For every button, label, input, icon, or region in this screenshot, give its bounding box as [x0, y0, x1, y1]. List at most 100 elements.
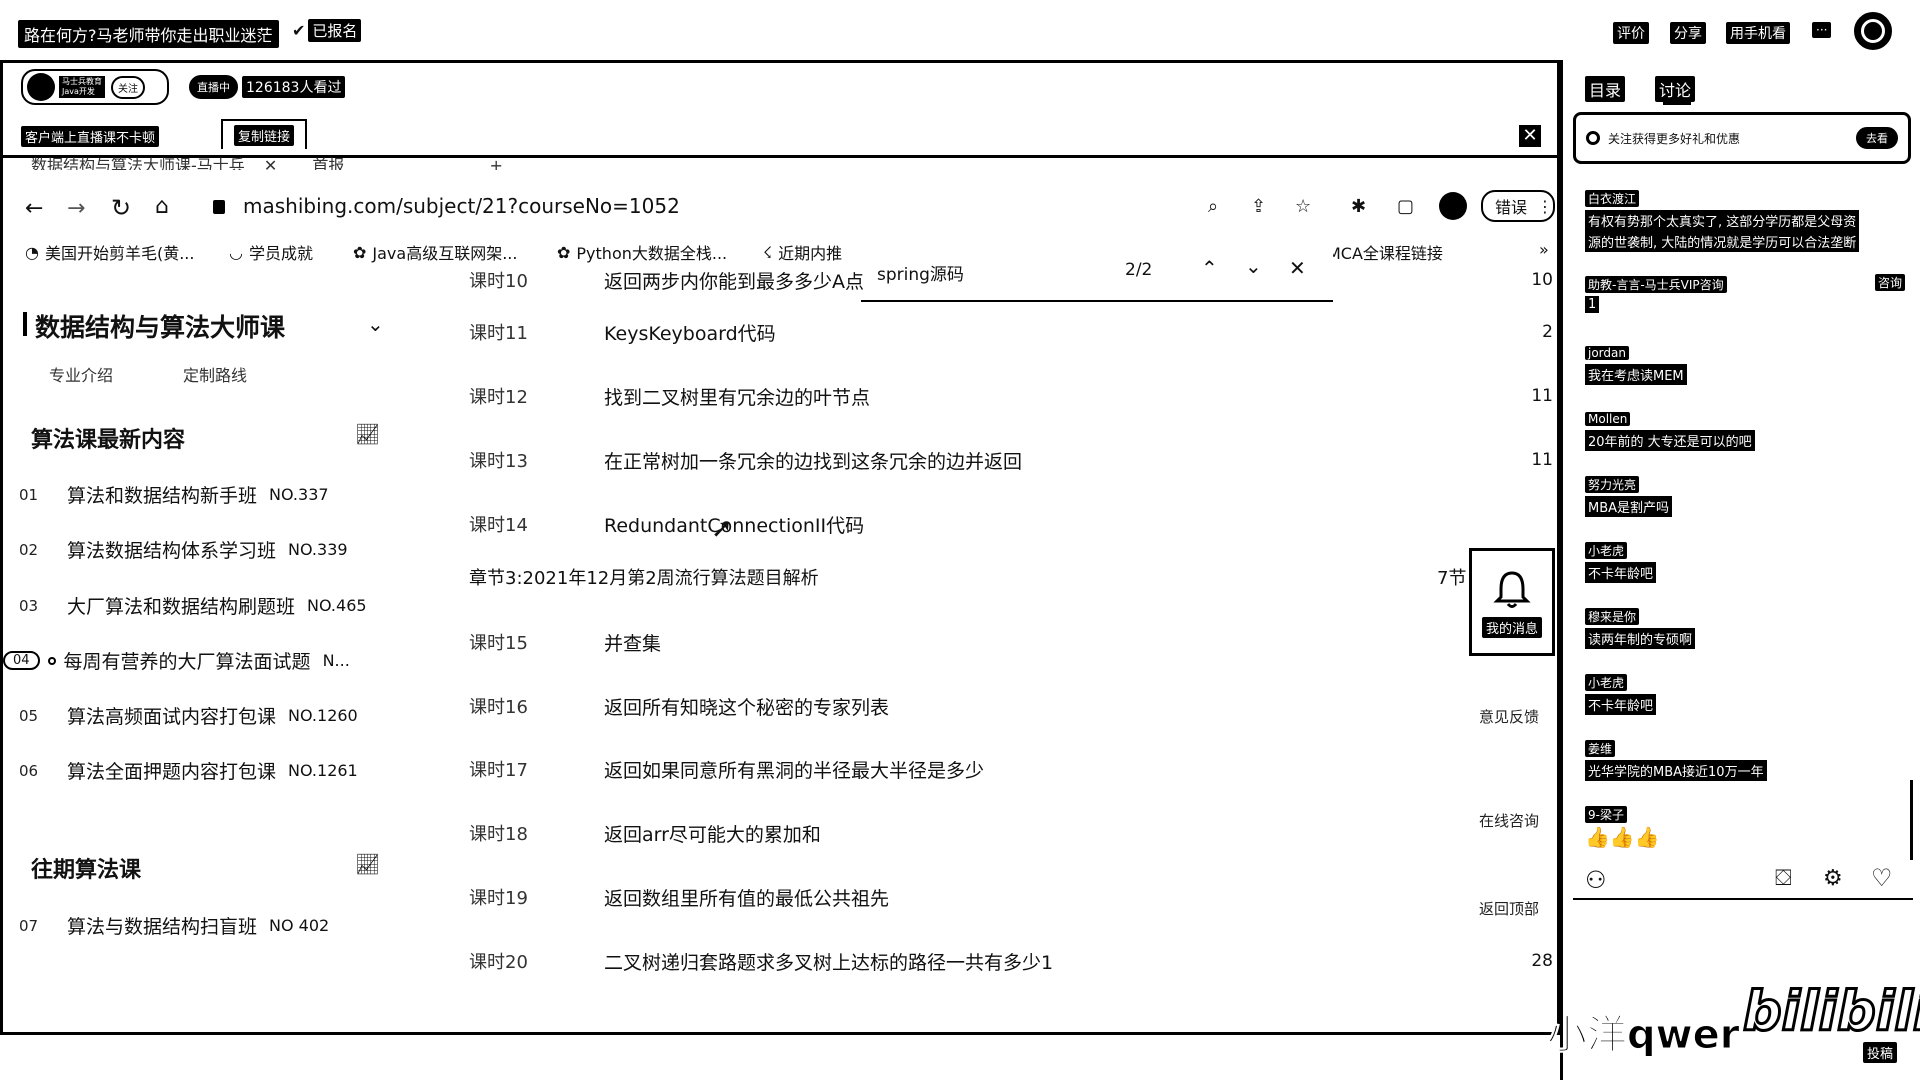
shared-browser-screen: 数据结构与算法大师课-马士兵 ✕ 首报 + ← → ↻ ⌂ mashibing.… [3, 152, 1557, 1032]
promo-banner[interactable]: 关注获得更多好礼和优惠 去看 [1573, 112, 1911, 164]
uploader-watermark: 小洋qwer [1546, 1012, 1740, 1059]
tab-close-icon[interactable]: ✕ [264, 156, 277, 170]
consult-tag[interactable]: 咨询 [1874, 274, 1905, 291]
extension-icon[interactable]: ✱ [1351, 196, 1366, 217]
lesson-row[interactable]: 课时10 返回两步内你能到最多多少A点 10 [469, 268, 1557, 292]
consult-link[interactable]: 在线咨询 [1479, 810, 1539, 831]
bookmark-item[interactable]: ◡ 学员成就 [229, 240, 313, 264]
browser-tab-active[interactable]: 数据结构与算法大师课-马士兵 ✕ 首报 + [31, 152, 503, 170]
close-icon[interactable]: ✕ [1519, 125, 1541, 147]
feedback-link[interactable]: 意见反馈 [1479, 706, 1539, 727]
trend-icon[interactable]: 📈︎ [355, 422, 380, 446]
lesson-row[interactable]: 课时11 KeysKeyboard代码 2 [469, 312, 1557, 352]
chat-message: 努力光亮 MBA是割产吗 [1585, 474, 1673, 517]
bookmark-item[interactable]: ☇ 近期内推 [763, 240, 842, 264]
rate-button[interactable]: 评价 [1613, 22, 1649, 44]
section-past-title: 往期算法课 [31, 858, 142, 883]
brand-name: 马士兵教育 [62, 77, 102, 86]
chat-message: 助教-言言-马士兵VIP咨询 咨询 1 [1585, 274, 1905, 313]
follow-button[interactable]: 关注 [111, 75, 145, 99]
course-item[interactable]: 01 算法和数据结构新手班 NO.337 [19, 481, 329, 508]
more-button[interactable]: ··· [1812, 22, 1832, 38]
lesson-row[interactable]: 课时19 返回数组里所有值的最低公共祖先 [469, 877, 1557, 917]
bookmark-icon: ✿ [557, 242, 571, 262]
reload-icon[interactable]: ↻ [111, 194, 131, 222]
people-icon[interactable]: ⚇ [1585, 866, 1607, 894]
mobile-watch-button[interactable]: 用手机看 [1726, 22, 1790, 44]
contribute-label: 投稿 [1863, 1042, 1898, 1063]
course-item[interactable]: 06 算法全面押题内容打包课 NO.1261 [19, 757, 358, 784]
lesson-row[interactable]: 课时18 返回arr尽可能大的累加和 [469, 813, 1557, 853]
tab-discussion[interactable]: 讨论 [1655, 76, 1696, 102]
url-text[interactable]: mashibing.com/subject/21?courseNo=1052 [243, 194, 680, 218]
bookmark-icon: ◡ [229, 242, 243, 262]
chat-scrollbar[interactable] [1910, 780, 1913, 860]
bookmark-item[interactable]: MCA全课程链接 [1327, 240, 1443, 264]
lesson-row[interactable]: 课时12 找到二叉树里有冗余边的叶节点 11 [469, 376, 1557, 416]
lesson-row[interactable]: 课时14 RedundantConnectionII代码 [469, 504, 1557, 544]
forward-icon[interactable]: → [67, 196, 85, 221]
viewer-info: 直播中 126183人看过 [189, 75, 346, 99]
page-search-icon[interactable]: ⌕ [1208, 196, 1218, 217]
chat-message: 姜维 光华学院的MBA接近10万一年 [1585, 738, 1767, 781]
chat-message: 9-梁子 👍👍👍 [1585, 806, 1660, 849]
trend-icon[interactable]: 📈︎ [355, 852, 380, 876]
bookmark-item[interactable]: ◔ 美国开始剪羊毛(黄... [25, 240, 194, 264]
chapter-title[interactable]: 章节3:2021年12月第2周流行算法题目解析 [469, 564, 819, 590]
link-intro[interactable]: 专业介绍 [49, 362, 113, 386]
live-title: 路在何方?马老师带你走出职业迷茫 [18, 20, 279, 48]
share-page-icon[interactable]: ⇪ [1251, 196, 1266, 217]
back-icon[interactable]: ← [25, 196, 43, 221]
link-route[interactable]: 定制路线 [183, 362, 247, 386]
back-top-link[interactable]: 返回顶部 [1479, 898, 1539, 919]
more-bookmarks-icon[interactable]: » [1539, 240, 1549, 259]
message-widget[interactable]: 我的消息 [1469, 548, 1555, 656]
home-icon[interactable]: ⌂ [155, 194, 169, 219]
chapter-count: 7节 [1437, 568, 1467, 589]
lesson-row[interactable]: 课时13 在正常树加一条冗余的边找到这条冗余的边并返回 11 [469, 440, 1557, 480]
heart-icon[interactable]: ♡ [1871, 864, 1893, 892]
lesson-row[interactable]: 课时20 二叉树递归套路题求多叉树上达标的路径一共有多少1 28 [469, 941, 1557, 981]
lesson-row[interactable]: 课时15 并查集 [469, 622, 1557, 662]
star-icon[interactable]: ☆ [1295, 196, 1311, 217]
new-tab-icon[interactable]: + [489, 156, 502, 170]
bilibili-logo: bilibili [1741, 979, 1920, 1045]
course-item[interactable]: 07 算法与数据结构扫盲班 NO 402 [19, 912, 329, 939]
chevron-down-icon[interactable]: ⌄ [367, 312, 384, 336]
error-button[interactable]: 错误 ⋮ [1481, 190, 1555, 222]
chat-message: 小老虎 不卡年龄吧 [1585, 672, 1657, 715]
chat-message: jordan 我在考虑读MEM [1585, 342, 1687, 385]
bookmark-item[interactable]: ✿ Java高级互联网架... [353, 240, 517, 264]
bell-icon [1493, 570, 1531, 608]
streamer-card[interactable]: 马士兵教育 Java开发 关注 [21, 69, 169, 105]
course-item[interactable]: 03 大厂算法和数据结构刷题班 NO.465 [19, 592, 367, 619]
chat-divider [1573, 898, 1913, 900]
brand-sub: Java开发 [62, 87, 95, 96]
section-new-title: 算法课最新内容 [31, 428, 186, 453]
chat-message: Mollen 20年前的 大专还是可以的吧 [1585, 408, 1755, 451]
registered-status: ✔ 已报名 [292, 19, 362, 42]
course-item[interactable]: 02 算法数据结构体系学习班 NO.339 [19, 536, 348, 563]
course-sidebar: 数据结构与算法大师课 ⌄ 专业介绍 定制路线 算法课最新内容 📈︎ 01 算法和… [3, 276, 403, 1032]
info-icon [1586, 131, 1600, 145]
lesson-row[interactable]: 课时17 返回如果同意所有黑洞的半径最大半径是多少 [469, 749, 1557, 789]
profile-icon[interactable] [1439, 192, 1467, 220]
gift-icon[interactable]: ⛋ [1775, 866, 1792, 891]
copy-link-tab[interactable]: 复制链接 [221, 119, 307, 149]
chat-message: 穆来是你 读两年制的专硕啊 [1585, 606, 1696, 649]
radio-dot-icon [47, 656, 56, 665]
course-item[interactable]: 05 算法高频面试内容打包课 NO.1260 [19, 702, 358, 729]
video-player: 马士兵教育 Java开发 关注 直播中 126183人看过 客户端上直播课不卡顿… [0, 60, 1560, 1035]
lesson-row[interactable]: 课时16 返回所有知晓这个秘密的专家列表 [469, 686, 1557, 726]
reader-icon[interactable]: ▢ [1397, 196, 1414, 217]
share-button[interactable]: 分享 [1670, 22, 1706, 44]
client-notice[interactable]: 客户端上直播课不卡顿 [21, 126, 160, 147]
bookmark-item[interactable]: ✿ Python大数据全栈... [557, 240, 727, 264]
coupon-icon[interactable]: ⚙ [1823, 866, 1843, 891]
promo-button[interactable]: 去看 [1856, 127, 1898, 149]
viewer-count: 126183人看过 [242, 76, 346, 98]
tab-catalog[interactable]: 目录 [1585, 76, 1626, 102]
user-avatar[interactable] [1854, 12, 1892, 50]
bookmark-icon: ✿ [353, 242, 367, 262]
course-item-active[interactable]: 04 每周有营养的大厂算法面试题 N... [3, 647, 350, 674]
